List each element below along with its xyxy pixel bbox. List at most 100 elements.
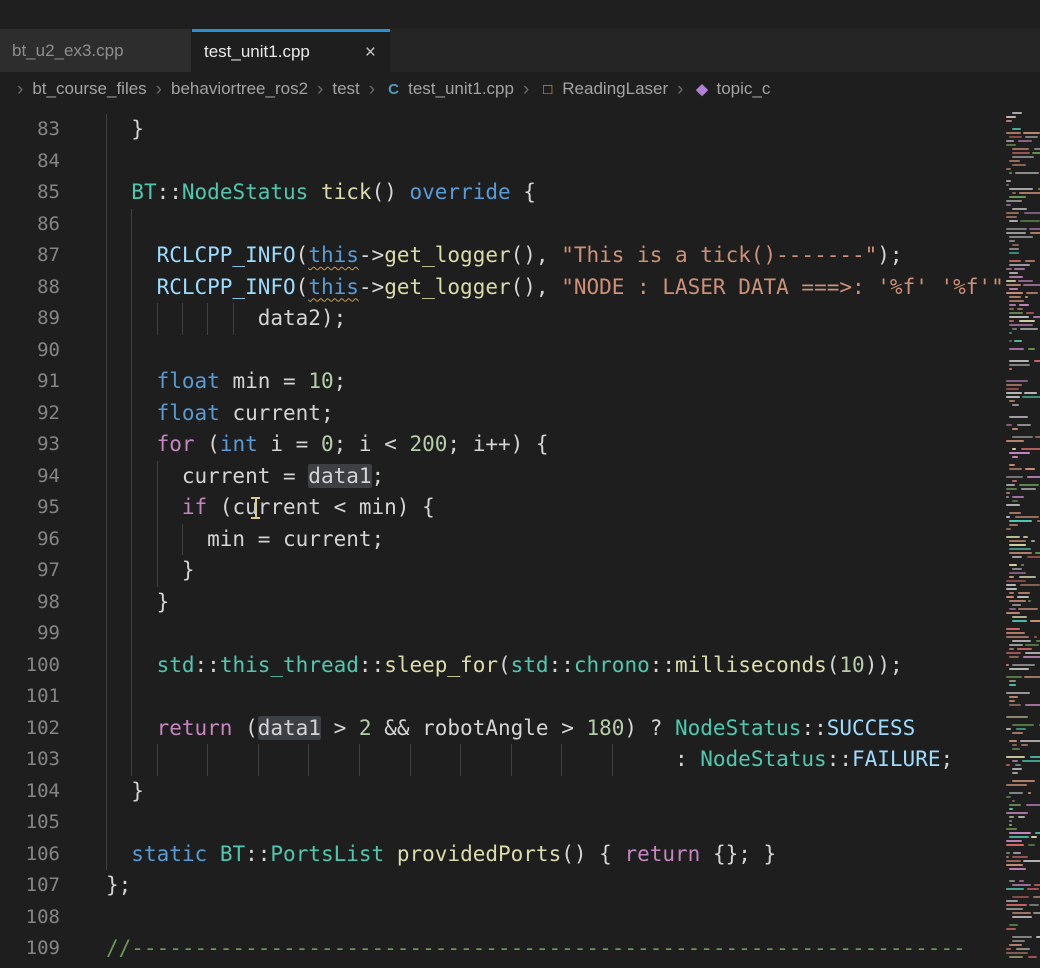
minimap-line [1009, 308, 1014, 310]
tab-bt_u2_ex3[interactable]: bt_u2_ex3.cpp [0, 29, 192, 72]
breadcrumb-item-readinglaser[interactable]: □ ReadingLaser [538, 79, 668, 99]
minimap-line [1012, 748, 1020, 750]
close-icon[interactable]: × [363, 43, 378, 62]
minimap-line [1006, 900, 1018, 902]
minimap-line [1028, 348, 1035, 350]
minimap-line [1012, 556, 1022, 558]
code-line[interactable]: 101 [0, 681, 1040, 713]
code-line[interactable]: 85 BT::NodeStatus tick() override { [0, 177, 1040, 209]
code-line[interactable]: 91 float min = 10; [0, 366, 1040, 398]
minimap-line [1020, 220, 1040, 222]
code-line[interactable]: 108 [0, 902, 1040, 934]
minimap-line [1009, 360, 1029, 362]
code-line[interactable]: 109//-----------------------------------… [0, 933, 1040, 965]
code-line[interactable]: 86 [0, 209, 1040, 241]
minimap-line [1030, 232, 1040, 234]
code-line[interactable]: 92 float current; [0, 398, 1040, 430]
minimap-line [1009, 348, 1024, 350]
minimap-line [1035, 436, 1040, 438]
method-icon: ◆ [692, 80, 711, 98]
code-line[interactable]: 96 min = current; [0, 524, 1040, 556]
breadcrumb-item-bt_course_files[interactable]: bt_course_files [32, 79, 146, 99]
minimap-line [1023, 284, 1040, 286]
code-editor[interactable]: 83 }8485 BT::NodeStatus tick() override … [0, 106, 1040, 968]
indent-guide [131, 209, 132, 241]
minimap-line [1031, 540, 1035, 542]
minimap-line [1009, 452, 1030, 454]
minimap-line [1006, 904, 1027, 906]
minimap-line [1006, 292, 1023, 294]
breadcrumb-item-test[interactable]: test [332, 79, 359, 99]
minimap-line [1009, 792, 1023, 794]
breadcrumb-item-topic[interactable]: ◆ topic_c [692, 79, 770, 99]
line-number: 89 [0, 303, 60, 335]
code-line[interactable]: 88 RCLCPP_INFO(this->get_logger(), "NODE… [0, 272, 1040, 304]
breadcrumb-item-behaviortree_ros2[interactable]: behaviortree_ros2 [171, 79, 308, 99]
minimap-line [1012, 448, 1016, 450]
minimap-line [1020, 740, 1040, 742]
code-line[interactable]: 103 : NodeStatus::FAILURE; [0, 744, 1040, 776]
code-line[interactable]: 98 } [0, 587, 1040, 619]
chevron-right-icon: › [369, 80, 375, 99]
line-number: 100 [0, 650, 60, 682]
line-number: 86 [0, 209, 60, 241]
minimap-line [1009, 544, 1026, 546]
code-line[interactable]: 90 [0, 335, 1040, 367]
code-line[interactable]: 97 } [0, 555, 1040, 587]
minimap-line [1016, 728, 1026, 730]
code-text: //--------------------------------------… [106, 933, 966, 965]
line-number: 103 [0, 744, 60, 776]
minimap-line [1019, 304, 1029, 306]
minimap-line [1012, 620, 1027, 622]
minimap-line [1006, 844, 1024, 846]
code-line[interactable]: 105 [0, 807, 1040, 839]
minimap-line [1009, 684, 1016, 686]
minimap-line [1012, 940, 1025, 942]
line-number: 98 [0, 587, 60, 619]
minimap-line [1009, 368, 1012, 370]
minimap-line [1017, 648, 1032, 650]
minimap-line [1009, 820, 1012, 822]
code-text: std::this_thread::sleep_for(std::chrono:… [106, 650, 903, 682]
minimap-line [1012, 856, 1028, 858]
minimap-line [1009, 704, 1021, 706]
tab-test_unit1[interactable]: test_unit1.cpp × [192, 29, 390, 72]
minimap-line [1006, 384, 1022, 386]
code-line[interactable]: 104 } [0, 776, 1040, 808]
code-line[interactable]: 107}; [0, 870, 1040, 902]
code-line[interactable]: 102 return (data1 > 2 && robotAngle > 18… [0, 713, 1040, 745]
minimap-line [1006, 204, 1011, 206]
code-line[interactable]: 83 } [0, 114, 1040, 146]
indent-guide [106, 335, 107, 367]
code-line[interactable]: 99 [0, 618, 1040, 650]
minimap-line [1012, 208, 1027, 210]
code-line[interactable]: 95 if (current < min) { [0, 492, 1040, 524]
minimap-line [1006, 728, 1011, 730]
minimap-line [1012, 500, 1018, 502]
minimap-line [1009, 944, 1022, 946]
code-line[interactable]: 87 RCLCPP_INFO(this->get_logger(), "This… [0, 240, 1040, 272]
code-line[interactable]: 100 std::this_thread::sleep_for(std::chr… [0, 650, 1040, 682]
minimap-line [1021, 564, 1024, 566]
minimap-line [1009, 260, 1021, 262]
minimap-line [1012, 616, 1027, 618]
minimap-line [1012, 496, 1024, 498]
minimap-line [1012, 744, 1017, 746]
minimap-line [1006, 632, 1025, 634]
code-line[interactable]: 89 data2); [0, 303, 1040, 335]
minimap-line [1009, 868, 1026, 870]
minimap-line [1006, 596, 1014, 598]
minimap-line [1009, 340, 1012, 342]
minimap-line [1019, 320, 1035, 322]
breadcrumb-item-test_unit1[interactable]: C test_unit1.cpp [384, 79, 514, 99]
minimap-line [1006, 168, 1011, 170]
minimap-line [1012, 568, 1022, 570]
minimap-line [1009, 668, 1029, 670]
minimap-line [1006, 132, 1021, 134]
minimap[interactable] [1005, 106, 1040, 968]
code-line[interactable]: 94 current = data1; [0, 461, 1040, 493]
code-line[interactable]: 84 [0, 146, 1040, 178]
code-line[interactable]: 93 for (int i = 0; i < 200; i++) { [0, 429, 1040, 461]
minimap-line [1012, 328, 1017, 330]
code-line[interactable]: 106 static BT::PortsList providedPorts()… [0, 839, 1040, 871]
